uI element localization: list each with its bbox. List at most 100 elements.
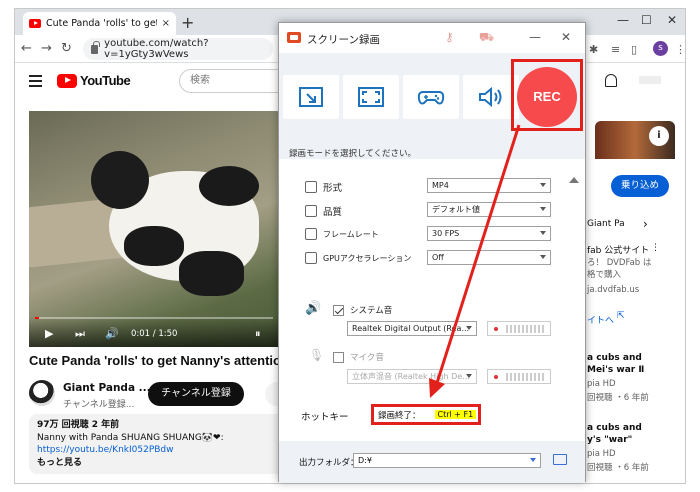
back-icon[interactable]: ← [21,41,32,56]
show-more-link[interactable]: もっと見る [37,457,277,470]
cart-icon[interactable]: ⛟ [479,30,494,46]
volume-icon[interactable]: 🔊 [105,327,119,340]
extensions-icon[interactable]: ✱ [589,43,598,56]
sidebar-video-title[interactable]: a cubs and [587,353,642,363]
framerate-select[interactable]: 30 FPS [427,226,551,241]
panda-patch [199,166,259,206]
framerate-label: フレームレート [323,229,379,239]
sidebar-text[interactable]: Giant Pa [587,219,625,229]
video-player[interactable]: ▶ ⏭ 🔊 0:01 / 1:50 ⏸ [29,111,279,347]
hamburger-menu-icon[interactable] [29,75,42,90]
youtube-favicon-icon [29,19,41,28]
gpu-select[interactable]: Off [427,250,551,265]
maximize-button[interactable]: ☐ [641,13,652,27]
channel-name[interactable]: Giant Panda ... [63,382,151,394]
search-input[interactable]: 検索 [179,69,289,93]
open-folder-icon[interactable] [553,454,567,465]
recorder-title: スクリーン録画 [307,34,380,46]
account-avatar[interactable] [639,76,661,84]
format-label: 形式 [323,183,343,194]
next-icon[interactable]: ⏭ [75,327,85,341]
recording-modes: REC 録画モードを選択してください。 [279,53,585,183]
mode-region-button[interactable] [283,75,339,119]
system-sound-checkbox[interactable] [333,304,344,316]
system-device-select[interactable]: Realtek Digital Output (Rea... [347,321,477,336]
video-description[interactable]: 97万 回視聴 2 年前 Nanny with Panda SHUANG SHU… [29,414,285,474]
sidebar-video-title[interactable]: y's "war" [587,435,632,445]
recorder-minimize-button[interactable]: — [529,30,541,44]
tab-close-icon[interactable]: × [162,18,170,29]
subscribe-button[interactable]: チャンネル登録 [148,382,244,406]
quality-select[interactable]: デフォルト値 [427,202,551,217]
new-tab-button[interactable]: + [181,13,194,32]
ad-signup-button[interactable]: 乗り込め [611,175,669,197]
mic-label: マイク音 [350,353,384,363]
recorder-app-icon [287,32,301,43]
output-folder-select[interactable]: D:¥ [353,453,541,468]
sidebar-video-channel: pia HD [587,449,616,459]
mic-volume-meter [487,369,551,384]
sidebar-video-channel: pia HD [587,379,616,389]
hotkey-highlight-box: 録画終了： Ctrl + F1 [371,404,481,425]
mode-fullscreen-button[interactable] [343,75,399,119]
description-link[interactable]: https://youtu.be/KnkI052PBdw [37,444,277,457]
reading-list-icon[interactable]: ≡ [611,43,620,56]
mic-checkbox[interactable] [333,351,344,363]
sidebar-video-title[interactable]: Mei's war Ⅱ [587,365,644,375]
format-select[interactable]: MP4 [427,178,551,193]
sidebar-video-meta: 回視聴 ・6 年前 [587,463,649,473]
sidebar-video-title[interactable]: a cubs and [587,423,642,433]
hotkey-value[interactable]: Ctrl + F1 [434,410,477,419]
lock-icon [91,40,100,54]
microphone-icon: 🎙 [309,348,325,362]
chevron-right-icon[interactable]: › [643,217,648,231]
more-menu-icon[interactable]: ⋮ [675,43,685,56]
toggle-icon[interactable]: ⏸ [255,327,261,341]
url-text: youtube.com/watch?v=1yGty3wVews [104,38,209,60]
browser-tab[interactable]: Cute Panda 'rolls' to get Nanny's × [23,12,176,35]
more-icon[interactable]: ⋮ [651,243,660,253]
collapse-icon[interactable] [569,177,579,183]
play-icon[interactable]: ▶ [45,327,53,340]
info-icon[interactable]: i [649,126,669,146]
mode-game-button[interactable] [403,75,459,119]
video-progress-bar[interactable] [35,317,273,319]
output-folder-label: 出力フォルダ： [299,458,359,468]
system-sound-row: システム音 [333,304,392,316]
panda-arm [124,226,184,266]
sidebar-text[interactable]: ja.dvdfab.us [587,285,639,295]
sidebar-link[interactable]: イトへ [587,313,614,326]
framerate-row: フレームレート [305,228,379,240]
output-folder-row: 出力フォルダ： D:¥ [279,441,585,483]
sidebar-text[interactable]: fab 公式サイト [587,243,649,256]
system-volume-meter [487,321,551,336]
quality-row: 品質 [305,204,342,218]
notifications-bell-icon[interactable] [605,74,617,87]
sidebar-video-meta: 回視聴 ・6 年前 [587,393,649,403]
video-title: Cute Panda 'rolls' to get Nanny's attent… [29,353,281,368]
url-field[interactable]: youtube.com/watch?v=1yGty3wVews [83,38,273,60]
forward-icon[interactable]: → [41,41,52,56]
youtube-logo[interactable]: YouTube [57,73,131,88]
sidepanel-icon[interactable]: ▯ [631,43,637,56]
tab-title: Cute Panda 'rolls' to get Nanny's [46,18,157,29]
youtube-play-icon [57,73,77,88]
minimize-button[interactable]: — [617,13,629,27]
mic-device-select[interactable]: 立体声混音 (Realtek High De... [347,369,477,384]
panda-leg [179,251,244,296]
system-sound-label: システム音 [350,306,393,316]
gpu-label: GPUアクセラレーション [323,253,412,263]
hotkey-label: ホットキー [301,412,349,423]
external-link-icon[interactable]: ⇱ [617,311,625,321]
close-window-button[interactable]: ✕ [667,13,677,27]
video-stats: 97万 回視聴 2 年前 [37,420,120,430]
rec-highlight-frame [511,59,583,131]
profile-avatar[interactable]: s [653,41,668,56]
reload-icon[interactable]: ↻ [61,41,72,56]
recorder-close-button[interactable]: ✕ [561,30,571,44]
channel-avatar[interactable] [29,380,55,406]
key-icon[interactable]: ⚷ [445,30,454,44]
sidebar-text: ろ！ DVDFab は [587,258,652,268]
gamepad-icon [417,91,445,105]
quality-icon [305,205,317,217]
